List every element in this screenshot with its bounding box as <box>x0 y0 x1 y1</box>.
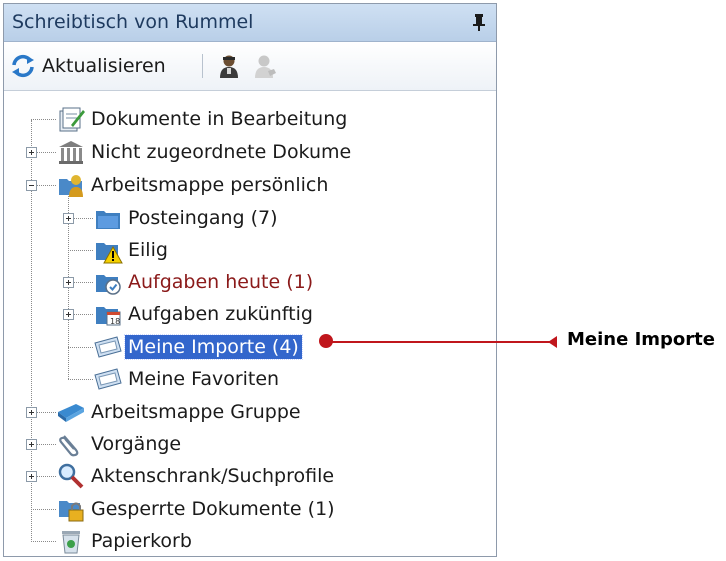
tree-item-tasks-today[interactable]: Aufgaben heute (1) <box>93 268 316 296</box>
personal-folder-icon <box>59 175 83 197</box>
favorites-icon <box>94 368 122 390</box>
documents-edit-icon <box>59 107 85 132</box>
unassigned-documents-icon <box>59 141 83 164</box>
tree-item-my-imports[interactable]: Meine Importe (4) <box>93 333 303 361</box>
paperclip-icon <box>59 435 79 457</box>
tree-item-label: Aktenschrank/Suchprofile <box>91 465 335 487</box>
tree-item-documents-in-progress[interactable]: Dokumente in Bearbeitung <box>56 105 350 133</box>
tree-item-file-cabinet-search-profiles[interactable]: Aktenschrank/Suchprofile <box>56 462 337 490</box>
expand-toggle[interactable] <box>26 471 37 482</box>
tree-item-label: Nicht zugeordnete Dokume <box>91 141 352 163</box>
tree-connector <box>68 347 93 348</box>
tree-connector <box>68 250 93 251</box>
tree-item-label: Meine Importe (4) <box>124 334 303 360</box>
tree-item-personal-workfolder[interactable]: Arbeitsmappe persönlich <box>56 171 331 199</box>
refresh-icon <box>12 54 34 78</box>
callout-label: Meine Importe <box>567 329 715 350</box>
tree-item-label: Meine Favoriten <box>128 368 280 390</box>
tree-connector <box>31 509 56 510</box>
tree-item-my-favorites[interactable]: Meine Favoriten <box>93 365 282 393</box>
tree-item-group-workfolder[interactable]: Arbeitsmappe Gruppe <box>56 398 304 426</box>
pin-icon[interactable] <box>472 13 486 31</box>
tree-item-label: Papierkorb <box>91 530 192 552</box>
tree-item-label: Dokumente in Bearbeitung <box>91 108 348 130</box>
tree-item-label: Vorgänge <box>91 433 182 455</box>
expand-toggle[interactable] <box>26 147 37 158</box>
expand-toggle[interactable] <box>26 407 37 418</box>
expand-toggle[interactable] <box>26 439 37 450</box>
tree-item-label: Arbeitsmappe Gruppe <box>91 401 301 423</box>
urgent-folder-icon <box>96 243 123 264</box>
callout-line <box>326 341 556 343</box>
tree-item-urgent[interactable]: Eilig <box>93 236 171 264</box>
tree-item-unassigned-documents[interactable]: Nicht zugeordnete Dokume <box>56 138 354 166</box>
tree-item-processes[interactable]: Vorgänge <box>56 430 184 458</box>
callout-dot <box>319 334 333 348</box>
panel-title: Schreibtisch von Rummel <box>12 11 254 33</box>
tree-item-label: Gesperrte Dokumente (1) <box>91 498 335 520</box>
inbox-folder-icon <box>96 211 120 229</box>
recycle-bin-icon <box>62 531 80 554</box>
tree-connector <box>68 379 93 380</box>
panel-titlebar: Schreibtisch von Rummel <box>4 4 496 42</box>
refresh-button[interactable]: Aktualisieren <box>10 52 166 80</box>
tree-item-label: Aufgaben heute (1) <box>128 271 314 293</box>
tasks-today-icon <box>96 275 121 295</box>
svg-text:18: 18 <box>110 317 120 326</box>
expand-toggle[interactable] <box>63 213 74 224</box>
collapse-toggle[interactable] <box>26 180 37 191</box>
tree-item-label: Arbeitsmappe persönlich <box>91 174 329 196</box>
expand-toggle[interactable] <box>63 309 74 320</box>
tree-connector <box>31 541 56 542</box>
locked-documents-icon <box>59 501 84 522</box>
user-disabled-icon[interactable] <box>252 53 278 79</box>
toolbar-separator <box>202 54 203 78</box>
search-icon <box>58 463 84 489</box>
tree-item-label: Posteingang (7) <box>128 207 278 229</box>
tree-item-label: Eilig <box>128 239 168 261</box>
folder-tree: Dokumente in Bearbeitung Nicht zugeordne… <box>4 94 496 556</box>
tree-connector <box>31 119 56 120</box>
desk-panel: Schreibtisch von Rummel Aktualisieren Do… <box>3 3 497 557</box>
imports-icon <box>94 336 122 358</box>
tree-item-tasks-future[interactable]: 18 Aufgaben zukünftig <box>93 300 316 328</box>
tree-item-locked-documents[interactable]: Gesperrte Dokumente (1) <box>56 495 338 523</box>
callout-arrow-icon <box>548 336 557 348</box>
tree-item-recycle-bin[interactable]: Papierkorb <box>56 527 195 555</box>
group-folder-icon <box>58 404 84 422</box>
toolbar: Aktualisieren <box>4 42 496 91</box>
tasks-future-icon: 18 <box>96 307 121 326</box>
user-icon[interactable] <box>216 53 242 79</box>
refresh-label: Aktualisieren <box>42 55 166 77</box>
tree-item-label: Aufgaben zukünftig <box>128 303 313 325</box>
expand-toggle[interactable] <box>63 277 74 288</box>
tree-item-inbox[interactable]: Posteingang (7) <box>93 204 281 232</box>
